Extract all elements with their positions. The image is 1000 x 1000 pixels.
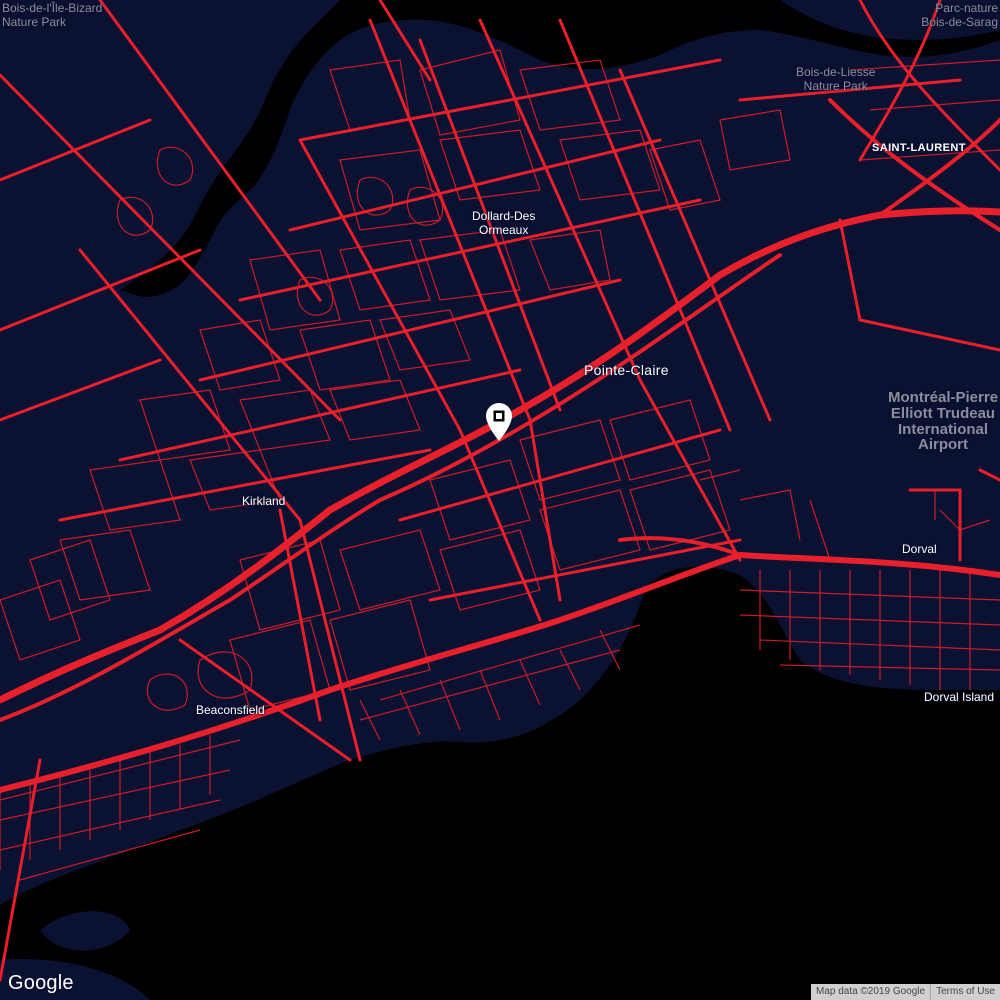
map-canvas[interactable]: Bois-de-l'Île-Bizard Nature Park Parc-na… <box>0 0 1000 1000</box>
google-logo: Google <box>8 972 74 994</box>
map-data-attribution: Map data ©2019 Google <box>810 984 931 1000</box>
map-base-layer <box>0 0 1000 1000</box>
map-footer: Map data ©2019 Google Terms of Use <box>810 984 1000 1000</box>
terms-of-use-link[interactable]: Terms of Use <box>930 984 1000 1000</box>
map-pin-icon[interactable] <box>485 402 513 442</box>
